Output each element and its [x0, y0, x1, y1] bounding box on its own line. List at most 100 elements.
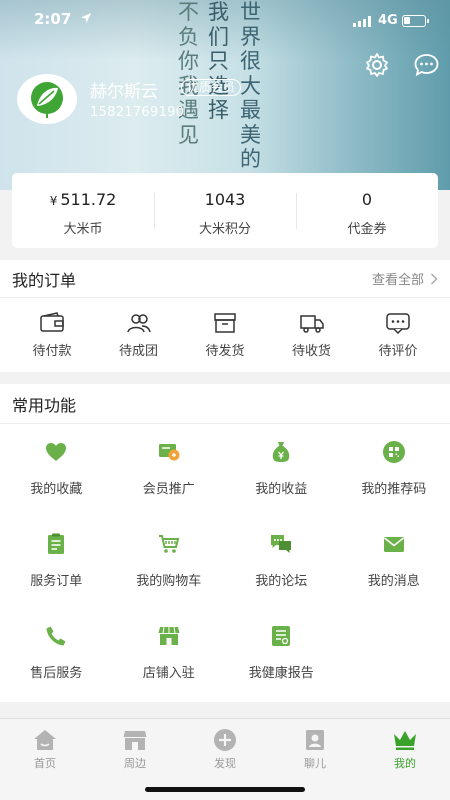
gear-icon[interactable] [364, 52, 390, 78]
poem-char: 美 [240, 122, 261, 147]
box-icon [214, 312, 236, 333]
functions-header: 常用功能 [0, 384, 450, 424]
order-pending-group[interactable]: 待成团 [99, 311, 179, 359]
crown-icon [394, 731, 416, 750]
stat-value: 1043 [204, 190, 246, 209]
network-type: 4G [378, 13, 398, 28]
order-label: 待成团 [118, 343, 158, 359]
money-bag-icon [273, 442, 290, 462]
functions-grid: 我的收藏 会员推广 我的收益 我的推荐码 服务订单 我的购物车 我的论坛 我的消… [0, 424, 450, 716]
func-referral-code[interactable]: 我的推荐码 [338, 440, 450, 532]
func-service-orders[interactable]: 服务订单 [0, 532, 113, 624]
stat-vouchers[interactable]: 0 代金券 [296, 173, 438, 248]
stat-label: 大米币 [63, 222, 103, 237]
tab-label: 我的 [394, 757, 416, 770]
status-time: 2:07 [34, 10, 72, 28]
order-status-row: 待付款 待成团 待发货 待收货 待评价 [0, 298, 450, 371]
order-pending-receipt[interactable]: 待收货 [272, 311, 352, 359]
tab-home[interactable]: 首页 [0, 719, 90, 800]
heart-icon [46, 443, 67, 461]
tab-label: 首页 [34, 757, 56, 770]
func-store-join[interactable]: 店铺入驻 [113, 624, 226, 716]
orders-section: 我的订单 查看全部 待付款 待成团 待发货 待收货 待评价 [0, 260, 450, 372]
location-arrow-icon [81, 13, 91, 23]
order-label: 待收货 [291, 343, 331, 359]
comment-icon [386, 312, 410, 334]
func-label: 会员推广 [142, 482, 195, 497]
func-favorites[interactable]: 我的收藏 [0, 440, 113, 532]
poem-char: 大 [240, 73, 261, 98]
contact-icon [306, 730, 324, 750]
promo-icon [158, 444, 180, 461]
stat-value: 0 [361, 190, 373, 209]
func-label: 我的推荐码 [361, 482, 427, 497]
truck-icon [299, 314, 324, 333]
func-after-sales[interactable]: 售后服务 [0, 624, 113, 716]
order-pending-payment[interactable]: 待付款 [12, 311, 92, 359]
member-badge: 优质会员 [181, 79, 242, 96]
func-label: 我的论坛 [255, 574, 308, 589]
username: 赫尔斯云 [90, 82, 158, 102]
func-forum[interactable]: 我的论坛 [225, 532, 338, 624]
poem-char: 见 [178, 122, 199, 147]
qr-code-icon [382, 441, 405, 463]
store-icon [158, 626, 180, 645]
view-all-orders-link[interactable]: 查看全部 [372, 269, 438, 288]
home-icon [34, 730, 56, 750]
functions-title: 常用功能 [12, 395, 77, 415]
func-label: 售后服务 [30, 666, 83, 681]
shop-icon [123, 731, 147, 750]
forum-icon [271, 535, 292, 553]
leaf-logo-icon [31, 82, 63, 118]
poem-char: 只 [208, 49, 229, 73]
stat-number: 511.72 [60, 190, 117, 209]
func-label: 我的收益 [255, 482, 308, 497]
stat-label: 代金券 [347, 222, 387, 237]
stat-points[interactable]: 1043 大米积分 [154, 173, 296, 248]
func-earnings[interactable]: 我的收益 [225, 440, 338, 532]
status-bar: 2:07 4G [0, 0, 450, 40]
group-icon [126, 313, 151, 332]
order-label: 待付款 [32, 343, 72, 359]
poem-char: 你 [178, 49, 199, 73]
orders-title: 我的订单 [12, 270, 77, 290]
func-label: 我的收藏 [30, 482, 83, 497]
tab-label: 聊儿 [304, 757, 326, 770]
battery-icon [402, 15, 429, 27]
stat-value: ¥511.72 [12, 190, 154, 209]
wallet-icon [40, 311, 64, 332]
order-pending-shipment[interactable]: 待发货 [185, 311, 265, 359]
poem-char: 最 [240, 98, 261, 122]
stat-coins[interactable]: ¥511.72 大米币 [12, 173, 154, 248]
func-messages[interactable]: 我的消息 [338, 532, 450, 624]
functions-section: 常用功能 我的收藏 会员推广 我的收益 我的推荐码 服务订单 我的购物车 我的论… [0, 384, 450, 702]
avatar[interactable] [17, 74, 77, 124]
func-label: 店铺入驻 [142, 666, 195, 681]
plus-circle-icon [214, 729, 236, 751]
currency-symbol: ¥ [49, 194, 58, 208]
func-label: 我的消息 [367, 574, 420, 589]
signal-icon [353, 16, 371, 27]
orders-header: 我的订单 查看全部 [0, 260, 450, 298]
func-label: 我的购物车 [136, 574, 202, 589]
poem-char: 择 [208, 98, 229, 122]
func-health-report[interactable]: 我健康报告 [225, 624, 338, 716]
order-label: 待发货 [205, 343, 245, 359]
order-label: 待评价 [378, 343, 418, 359]
phone-icon [46, 626, 66, 646]
clipboard-icon [48, 533, 65, 554]
mail-icon [383, 537, 404, 552]
tab-mine[interactable]: 我的 [360, 719, 450, 800]
tab-label: 发现 [214, 757, 236, 770]
func-member-promo[interactable]: 会员推广 [113, 440, 226, 532]
func-label: 我健康报告 [248, 666, 314, 681]
order-pending-review[interactable]: 待评价 [358, 311, 438, 359]
chevron-right-icon [430, 272, 438, 285]
func-shopping-cart[interactable]: 我的购物车 [113, 532, 226, 624]
tab-label: 周边 [124, 757, 146, 770]
poem-char: 很 [240, 49, 261, 73]
func-label: 服务订单 [30, 574, 83, 589]
wallet-stats: ¥511.72 大米币 1043 大米积分 0 代金券 [12, 173, 438, 248]
chat-icon[interactable] [413, 52, 440, 78]
stat-label: 大米积分 [198, 222, 251, 237]
